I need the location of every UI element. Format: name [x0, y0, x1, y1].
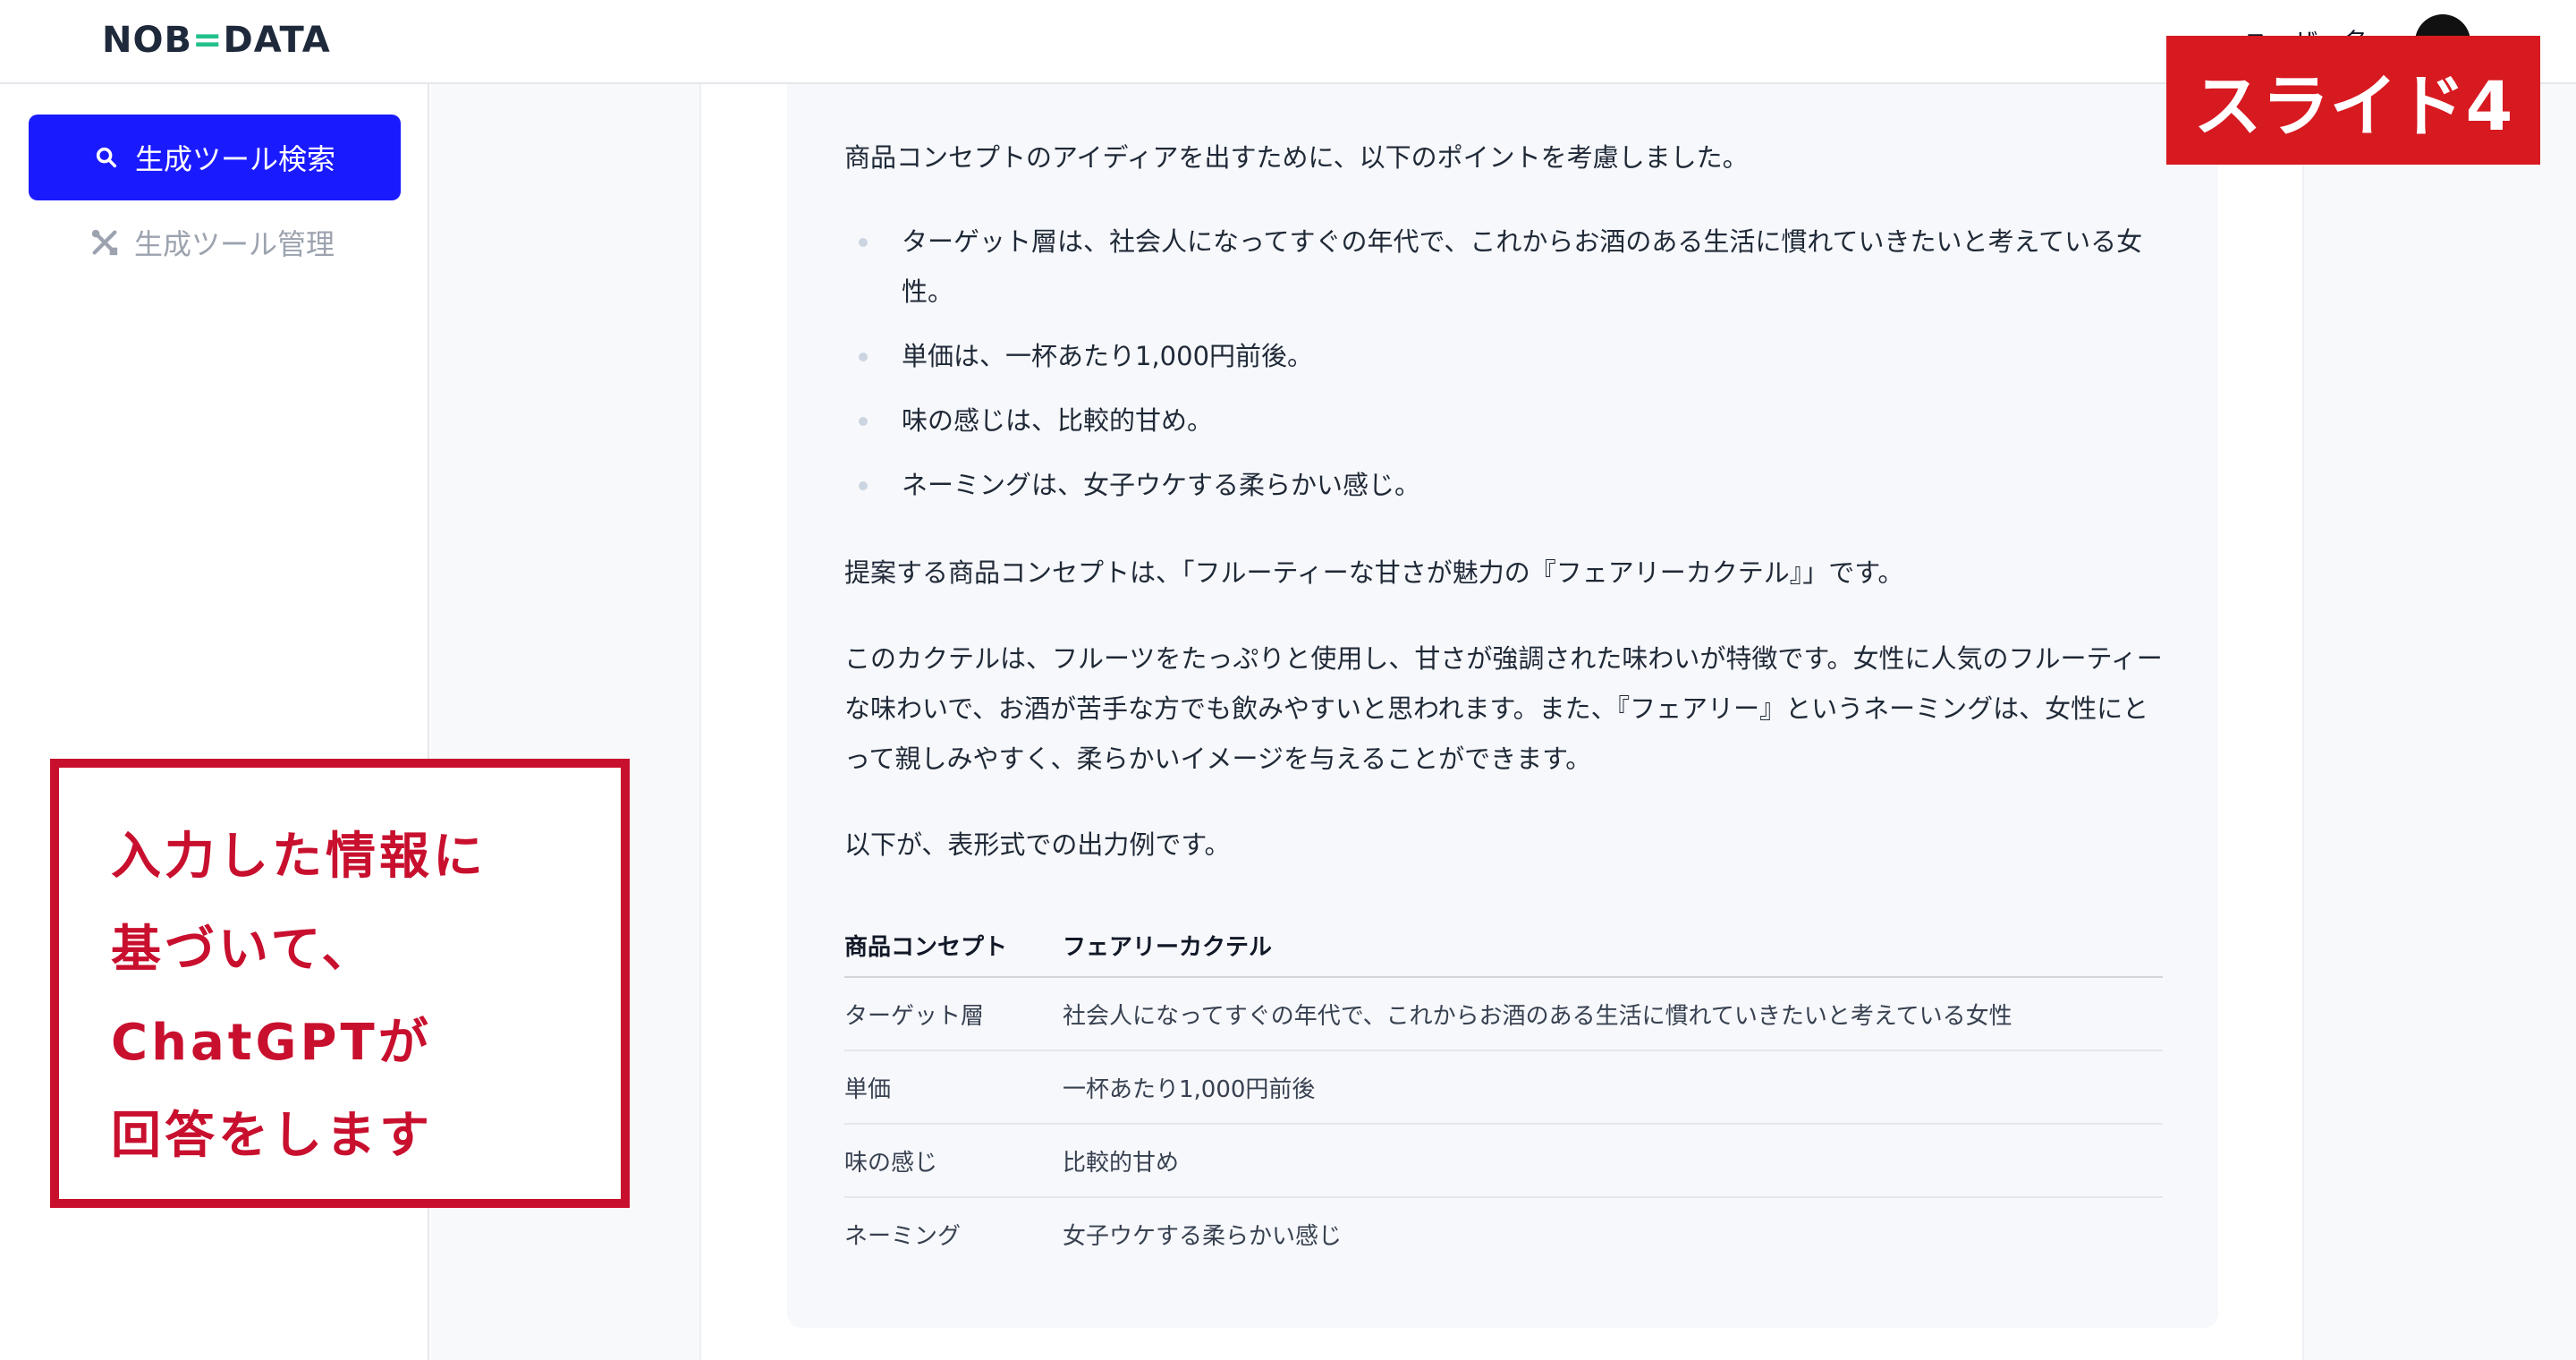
generator-manage-label: 生成ツール管理 — [134, 227, 335, 261]
generator-search-button[interactable]: 生成ツール検索 — [29, 115, 401, 200]
table-row: ネーミング 女子ウケする柔らかい感じ — [844, 1197, 2163, 1271]
annotation-line: 入力した情報に — [111, 828, 487, 886]
answer-intro: 商品コンセプトのアイディアを出すために、以下のポイントを考慮しました。 — [844, 142, 1749, 173]
annotation-line: 回答をします — [111, 1107, 433, 1165]
slide-number-label: スライド4 — [2166, 36, 2540, 165]
bullet-icon — [859, 353, 868, 361]
table-cell: ターゲット層 — [844, 977, 1063, 1051]
nobdata-logo[interactable]: NOB=DATA — [102, 20, 331, 61]
search-icon — [94, 145, 119, 170]
bullet-icon — [859, 481, 868, 490]
table-header-row: 商品コンセプト フェアリーカクテル — [844, 914, 2163, 978]
table-cell: 女子ウケする柔らかい感じ — [1063, 1223, 1343, 1250]
table-row: 単価 一杯あたり1,000円前後 — [844, 1050, 2163, 1125]
table-cell: 社会人になってすぐの年代で、これからお酒のある生活に慣れていきたいと考えている女… — [1063, 977, 2163, 1051]
answer-description: このカクテルは、フルーツをたっぷりと使用し、甘さが強調された味わいが特徴です。女… — [844, 643, 2163, 774]
table-cell: 比較的甘め — [1063, 1124, 2163, 1198]
table-intro: 以下が、表形式での出力例です。 — [844, 829, 1231, 860]
table-cell: ネーミング — [844, 1223, 962, 1250]
table-cell: 単価 — [844, 1050, 1063, 1125]
annotation-line: 基づいて、 — [111, 921, 376, 979]
concept-table: 商品コンセプト フェアリーカクテル ターゲット層 社会人になってすぐの年代で、こ… — [844, 914, 2163, 1271]
bullet-icon — [859, 417, 868, 426]
annotation-box: 入力した情報に 基づいて、 ChatGPTが 回答をします — [50, 759, 630, 1208]
table-row: ターゲット層 社会人になってすぐの年代で、これからお酒のある生活に慣れていきたい… — [844, 977, 2163, 1051]
table-header-cell: フェアリーカクテル — [1063, 914, 2163, 978]
point-text: ネーミングは、女子ウケする柔らかい感じ。 — [902, 470, 1421, 500]
generator-search-label: 生成ツール検索 — [134, 142, 335, 176]
sidebar-item-generator-manage[interactable]: 生成ツール管理 — [89, 222, 335, 263]
point-text: 味の感じは、比較的甘め。 — [902, 405, 1214, 436]
logo-mark: = — [191, 20, 224, 61]
annotation-line: ChatGPTが — [111, 1014, 432, 1072]
tools-icon — [89, 227, 120, 258]
bullet-icon — [859, 238, 868, 247]
point-text: ターゲット層は、社会人になってすぐの年代で、これからお酒のある生活に慣れていきた… — [902, 226, 2143, 307]
table-row: 味の感じ 比較的甘め — [844, 1124, 2163, 1198]
table-header-cell: 商品コンセプト — [844, 914, 1063, 978]
table-cell: 一杯あたり1,000円前後 — [1063, 1050, 2163, 1125]
logo-text-right: DATA — [223, 20, 331, 61]
table-cell: 味の感じ — [844, 1124, 1063, 1198]
point-text: 単価は、一杯あたり1,000円前後。 — [902, 341, 1314, 371]
answer-proposal: 提案する商品コンセプトは、「フルーティーな甘さが魅力の『フェアリーカクテル』」で… — [844, 557, 1904, 588]
logo-text-left: NOB — [102, 20, 192, 61]
